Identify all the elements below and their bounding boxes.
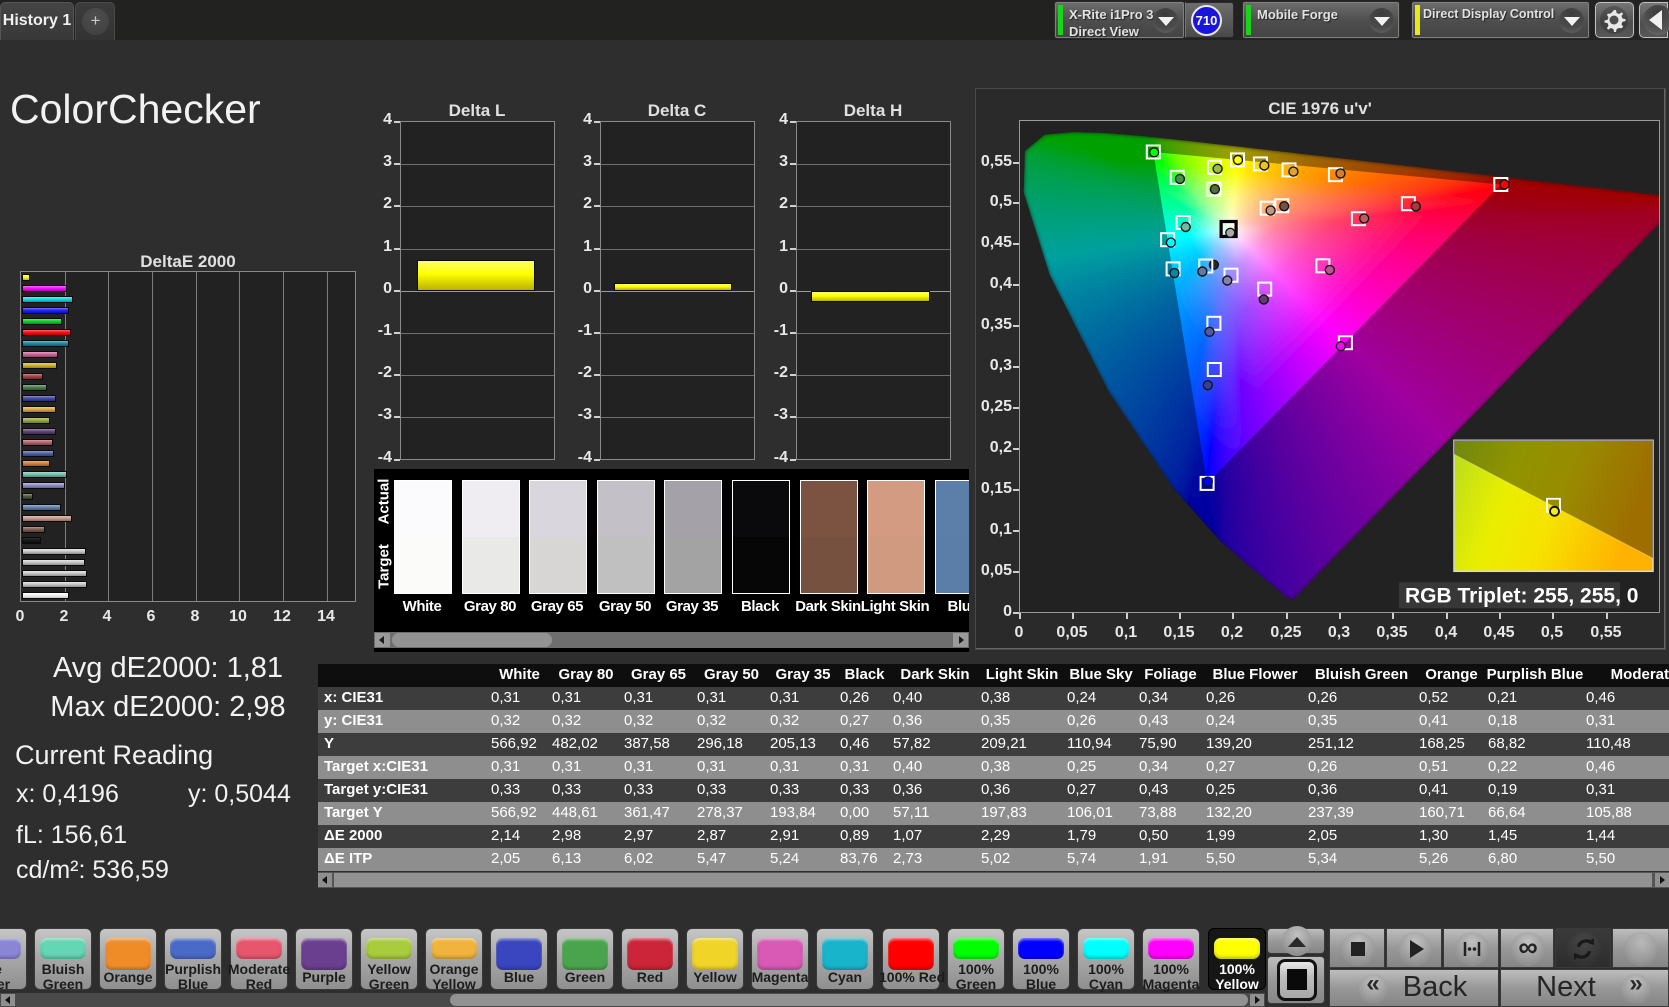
svg-text:∞: ∞ (1518, 932, 1537, 962)
svg-text:RGB Triplet: 255, 255, 0: RGB Triplet: 255, 255, 0 (1405, 584, 1638, 607)
